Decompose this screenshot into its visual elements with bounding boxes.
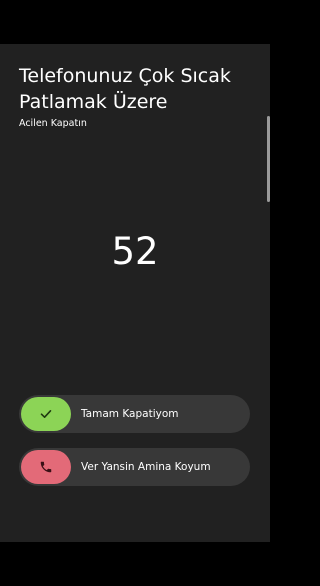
check-icon bbox=[40, 410, 52, 418]
decline-button[interactable]: Ver Yansin Amina Koyum bbox=[19, 448, 250, 486]
confirm-shutdown-button[interactable]: Tamam Kapatiyom bbox=[19, 395, 250, 433]
decline-label: Ver Yansin Amina Koyum bbox=[81, 461, 211, 473]
confirm-label: Tamam Kapatiyom bbox=[81, 408, 179, 420]
screen: Telefonunuz Çok Sıcak Patlamak Üzere Aci… bbox=[0, 0, 270, 586]
alert-subtitle: Acilen Kapatın bbox=[19, 118, 87, 129]
countdown-timer: 52 bbox=[111, 230, 159, 273]
scrollbar[interactable] bbox=[267, 116, 270, 202]
confirm-knob[interactable] bbox=[21, 397, 71, 431]
phone-icon bbox=[40, 461, 52, 473]
alert-title: Telefonunuz Çok Sıcak Patlamak Üzere bbox=[19, 65, 231, 113]
decline-knob[interactable] bbox=[21, 450, 71, 484]
